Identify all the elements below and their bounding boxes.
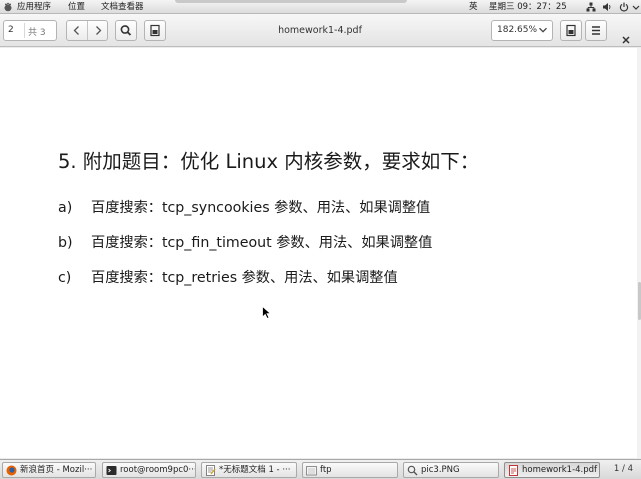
page-navigation bbox=[66, 20, 108, 41]
item-letter: b) bbox=[58, 235, 73, 251]
applications-menu-icon bbox=[4, 2, 12, 12]
task-text-editor[interactable]: *无标题文档 1 - ··· bbox=[201, 462, 297, 478]
annotations-button[interactable] bbox=[144, 20, 166, 41]
workspace-switcher[interactable]: 1 / 4 bbox=[614, 464, 633, 474]
network-icon[interactable] bbox=[586, 2, 596, 12]
chevron-down-icon[interactable] bbox=[632, 2, 640, 12]
current-page[interactable]: 2 bbox=[8, 25, 14, 35]
task-image-viewer[interactable]: pic3.PNG bbox=[403, 462, 499, 478]
pdf-icon bbox=[509, 465, 518, 476]
document-viewer-menu[interactable]: 文档查看器 bbox=[101, 1, 144, 13]
list-item: a) 百度搜索：tcp_syncookies 参数、用法、如果调整值 bbox=[58, 197, 430, 217]
menu-button[interactable] bbox=[585, 20, 607, 41]
power-icon[interactable] bbox=[619, 2, 629, 12]
task-terminal[interactable]: root@room9pc0··· bbox=[102, 462, 196, 478]
firefox-icon bbox=[6, 465, 17, 476]
search-icon bbox=[120, 25, 132, 36]
chevron-left-icon bbox=[73, 26, 79, 35]
view-document-icon bbox=[566, 24, 576, 37]
item-text: 百度搜索：tcp_retries 参数、用法、如果调整值 bbox=[91, 270, 398, 286]
screen: { "top_panel": { "menus": ["应用程序", "位置",… bbox=[0, 0, 641, 479]
page-number-entry[interactable]: 2 共 3 bbox=[3, 20, 57, 41]
question-heading: 5. 附加题目：优化 Linux 内核参数，要求如下： bbox=[58, 150, 480, 173]
applications-menu[interactable]: 应用程序 bbox=[17, 1, 51, 13]
chevron-down-icon bbox=[539, 27, 547, 33]
next-page-button[interactable] bbox=[88, 21, 108, 40]
task-label: pic3.PNG bbox=[421, 465, 460, 475]
task-label: 新浪首页 - Mozil··· bbox=[20, 465, 93, 475]
folder-icon bbox=[306, 466, 317, 476]
text-editor-icon bbox=[206, 465, 216, 476]
item-letter: c) bbox=[58, 270, 72, 286]
input-method-indicator[interactable]: 英 bbox=[469, 1, 478, 13]
find-button[interactable] bbox=[115, 20, 137, 41]
page-entry-separator bbox=[24, 23, 25, 38]
hamburger-menu-icon bbox=[592, 26, 600, 35]
list-item: b) 百度搜索：tcp_fin_timeout 参数、用法、如果调整值 bbox=[58, 232, 432, 252]
item-letter: a) bbox=[58, 200, 73, 216]
zoom-select[interactable]: 182.65% bbox=[491, 20, 553, 41]
task-label: *无标题文档 1 - ··· bbox=[219, 465, 291, 475]
clock[interactable]: 星期三 09：27：25 bbox=[489, 1, 567, 13]
task-label: homework1-4.pdf bbox=[522, 465, 598, 475]
task-label: ftp bbox=[320, 465, 332, 475]
list-item: c) 百度搜索：tcp_retries 参数、用法、如果调整值 bbox=[58, 267, 398, 287]
view-options-button[interactable] bbox=[560, 20, 582, 41]
task-file-manager[interactable]: ftp bbox=[302, 462, 398, 478]
chevron-right-icon bbox=[96, 26, 102, 35]
vertical-scrollbar[interactable] bbox=[637, 48, 641, 458]
terminal-icon bbox=[106, 466, 117, 475]
volume-icon[interactable] bbox=[602, 2, 612, 12]
item-text: 百度搜索：tcp_fin_timeout 参数、用法、如果调整值 bbox=[91, 235, 433, 251]
document-icon bbox=[150, 24, 160, 37]
page-total: 共 3 bbox=[28, 28, 46, 38]
top-panel: 应用程序 位置 文档查看器 英 星期三 09：27：25 bbox=[0, 0, 641, 14]
zoom-value: 182.65% bbox=[497, 25, 538, 35]
document-viewport[interactable]: 5. 附加题目：优化 Linux 内核参数，要求如下： a) 百度搜索：tcp_s… bbox=[0, 48, 641, 458]
previous-page-button[interactable] bbox=[67, 21, 87, 40]
places-menu[interactable]: 位置 bbox=[68, 1, 85, 13]
taskbar: 新浪首页 - Mozil··· root@room9pc0··· *无标题文档 … bbox=[0, 459, 641, 479]
viewer-toolbar: 2 共 3 homework1-4.pdf 182.65% bbox=[0, 14, 641, 47]
image-viewer-icon bbox=[407, 465, 418, 476]
task-firefox[interactable]: 新浪首页 - Mozil··· bbox=[2, 462, 96, 478]
item-text: 百度搜索：tcp_syncookies 参数、用法、如果调整值 bbox=[91, 200, 431, 216]
close-icon[interactable] bbox=[619, 33, 633, 47]
title-bar-edge bbox=[175, 0, 407, 3]
task-document-viewer[interactable]: homework1-4.pdf bbox=[504, 462, 600, 478]
task-label: root@room9pc0··· bbox=[120, 465, 196, 475]
mouse-cursor-icon bbox=[262, 306, 271, 319]
document-title: homework1-4.pdf bbox=[278, 25, 362, 36]
